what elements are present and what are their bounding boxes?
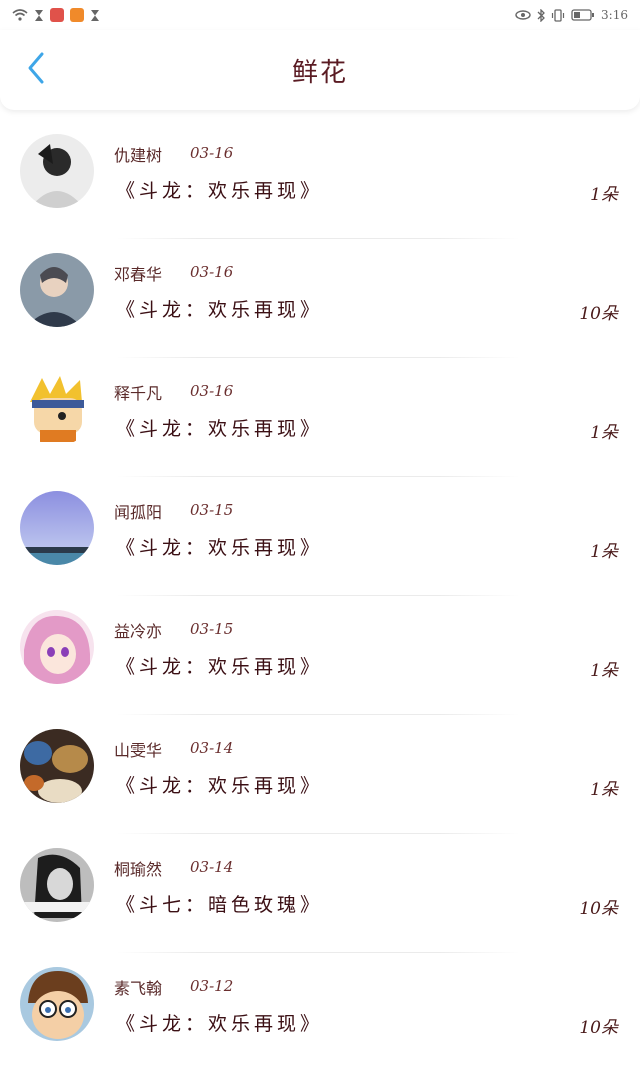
gift-date: 03-12	[190, 977, 234, 995]
flower-count: 1朵	[590, 542, 618, 562]
sender-name: 益冷亦	[114, 622, 163, 641]
flower-count: 1朵	[590, 661, 618, 681]
sender-name: 闻孤阳	[114, 503, 163, 522]
header: 鲜花	[0, 30, 640, 110]
gift-date: 03-16	[190, 382, 234, 400]
avatar[interactable]	[20, 134, 94, 208]
book-title[interactable]: 《斗龙：欢乐再现》	[116, 1009, 323, 1036]
list-item[interactable]: 山雯华 03-14 《斗龙：欢乐再现》 1朵	[0, 715, 640, 834]
flower-count: 10朵	[579, 899, 618, 919]
chevron-left-icon	[26, 51, 46, 89]
sender-name: 桐瑜然	[114, 860, 163, 879]
page-title: 鲜花	[291, 57, 348, 88]
wifi-icon	[12, 9, 28, 21]
gift-date: 03-14	[190, 739, 234, 757]
avatar[interactable]	[20, 253, 94, 327]
gift-date: 03-16	[190, 263, 234, 281]
book-title[interactable]: 《斗龙：欢乐再现》	[116, 652, 323, 679]
list-item[interactable]: 邓春华 03-16 《斗龙：欢乐再现》 10朵	[0, 239, 640, 358]
flower-count: 10朵	[579, 304, 618, 324]
gift-date: 03-16	[190, 144, 234, 162]
hourglass-icon	[90, 9, 100, 22]
eye-icon	[515, 10, 531, 20]
sender-name: 仇建树	[114, 146, 163, 165]
avatar[interactable]	[20, 729, 94, 803]
flower-count: 1朵	[590, 185, 618, 205]
book-title[interactable]: 《斗龙：欢乐再现》	[116, 533, 323, 560]
avatar[interactable]	[20, 967, 94, 1041]
list-item[interactable]: 仇建树 03-16 《斗龙：欢乐再现》 1朵	[0, 120, 640, 239]
app-red-icon	[50, 8, 64, 22]
status-bar: 3:16	[0, 0, 640, 30]
bluetooth-icon	[537, 8, 545, 22]
list-item[interactable]: 益冷亦 03-15 《斗龙：欢乐再现》 1朵	[0, 596, 640, 715]
gift-date: 03-15	[190, 620, 234, 638]
app-orange-icon	[70, 8, 84, 22]
hourglass-icon	[34, 9, 44, 22]
flower-count: 1朵	[590, 423, 618, 443]
sender-name: 山雯华	[114, 741, 163, 760]
avatar[interactable]	[20, 848, 94, 922]
avatar[interactable]	[20, 372, 94, 446]
status-time: 3:16	[601, 8, 628, 22]
list-item[interactable]: 闻孤阳 03-15 《斗龙：欢乐再现》 1朵	[0, 477, 640, 596]
list-item[interactable]: 素飞翰 03-12 《斗龙：欢乐再现》 10朵	[0, 953, 640, 1072]
sender-name: 素飞翰	[114, 979, 163, 998]
sender-name: 邓春华	[114, 265, 163, 284]
book-title[interactable]: 《斗七：暗色玫瑰》	[116, 890, 323, 917]
sender-name: 释千凡	[114, 384, 163, 403]
vibrate-icon	[551, 8, 565, 22]
book-title[interactable]: 《斗龙：欢乐再现》	[116, 176, 323, 203]
flower-count: 10朵	[579, 1018, 618, 1038]
status-left	[12, 8, 100, 22]
list-item[interactable]: 桐瑜然 03-14 《斗七：暗色玫瑰》 10朵	[0, 834, 640, 953]
avatar[interactable]	[20, 491, 94, 565]
gift-date: 03-15	[190, 501, 234, 519]
book-title[interactable]: 《斗龙：欢乐再现》	[116, 771, 323, 798]
book-title[interactable]: 《斗龙：欢乐再现》	[116, 414, 323, 441]
gift-list: 仇建树 03-16 《斗龙：欢乐再现》 1朵 邓春华 03-16 《斗龙：欢乐再…	[0, 120, 640, 1072]
battery-icon	[571, 9, 595, 21]
status-right: 3:16	[515, 8, 628, 22]
gift-date: 03-14	[190, 858, 234, 876]
avatar[interactable]	[20, 610, 94, 684]
list-item[interactable]: 释千凡 03-16 《斗龙：欢乐再现》 1朵	[0, 358, 640, 477]
book-title[interactable]: 《斗龙：欢乐再现》	[116, 295, 323, 322]
flower-count: 1朵	[590, 780, 618, 800]
back-button[interactable]	[16, 48, 56, 92]
